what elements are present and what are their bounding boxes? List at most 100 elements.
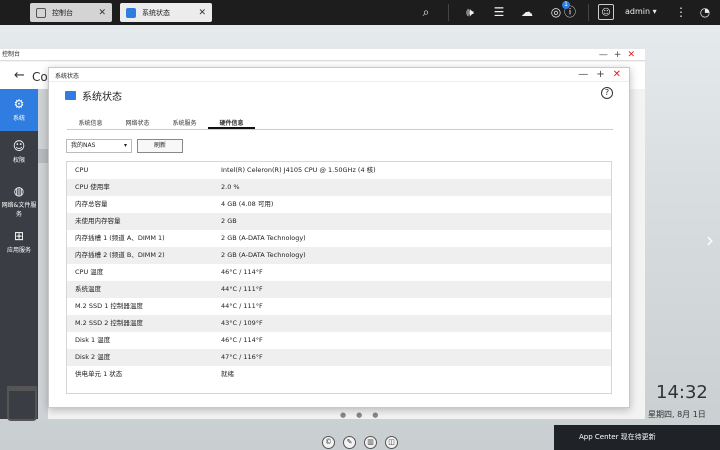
help-icon[interactable]: ?: [601, 87, 613, 99]
divider: [448, 4, 449, 21]
taskbar-tab-control-panel[interactable]: 控制台 ✕: [30, 3, 112, 22]
more-icon[interactable]: ⋮: [673, 4, 689, 20]
tab-network-status[interactable]: 网络状态: [114, 119, 161, 129]
page-title: 系统状态: [82, 92, 122, 103]
close-icon[interactable]: ✕: [98, 8, 106, 18]
system-status-header: 系统状态: [65, 88, 122, 103]
table-row: CPU Intel(R) Celeron(R) J4105 CPU @ 1.50G…: [67, 162, 611, 179]
row-value: 47°C / 116°F: [221, 353, 263, 361]
row-value: 就绪: [221, 370, 234, 378]
row-value: Intel(R) Celeron(R) J4105 CPU @ 1.50GHz …: [221, 166, 376, 174]
control-panel-icon: [36, 7, 46, 18]
cloud-icon[interactable]: ☁: [519, 4, 535, 20]
apps-icon: ⊞: [13, 229, 25, 243]
tab-label: 控制台: [52, 8, 73, 17]
dock-item-icon[interactable]: ✎: [343, 436, 356, 449]
row-label: Disk 2 温度: [75, 353, 111, 361]
taskbar-tab-system-status[interactable]: 系统状态 ✕: [120, 3, 212, 22]
sidebar-item-network[interactable]: ◍ 网络&文件服务: [0, 184, 38, 218]
search-icon[interactable]: ⌕: [418, 4, 434, 20]
taskbar: 控制台 ✕ 系统状态 ✕ ⌕ 🕪 ☰ ☁ ◎ ⓘ 1 ☺ admin ▾ ⋮ ◔: [0, 0, 720, 25]
table-row: 供电单元 1 状态 就绪: [67, 366, 611, 383]
maximize-icon[interactable]: +: [614, 50, 628, 60]
table-row: Disk 2 温度 47°C / 116°F: [67, 349, 611, 366]
gear-icon: ⚙: [13, 97, 25, 111]
volume-icon[interactable]: 🕪: [462, 4, 478, 20]
dock-item-icon[interactable]: ©: [322, 436, 335, 449]
row-label: 系统温度: [75, 285, 101, 293]
back-arrow-icon[interactable]: ←: [14, 68, 25, 83]
tab-label: 系统状态: [142, 8, 170, 17]
sidebar-item-privilege[interactable]: ☺ 权限: [0, 139, 38, 164]
table-row: 内存插槽 1 (频道 A、DIMM 1) 2 GB (A-DATA Technol…: [67, 230, 611, 247]
row-label: 内存总容量: [75, 200, 108, 208]
row-value: 2.0 %: [221, 183, 240, 191]
page-title: Co: [32, 70, 48, 84]
tasks-icon[interactable]: ☰: [491, 4, 507, 20]
minimize-icon[interactable]: —: [599, 50, 614, 60]
notification-badge: 1: [562, 1, 570, 9]
row-value: 2 GB: [221, 217, 237, 225]
row-value: 44°C / 111°F: [221, 285, 263, 293]
close-icon[interactable]: ✕: [198, 8, 206, 18]
sidebar-item-label: 应用服务: [6, 247, 31, 254]
monitor-icon: [126, 7, 136, 18]
close-icon[interactable]: ✕: [627, 50, 641, 60]
row-label: Disk 1 温度: [75, 336, 111, 344]
tab-bar: 系统信息 网络状态 系统服务 硬件信息: [67, 119, 613, 130]
window-title: 控制台: [2, 51, 21, 58]
sidebar-strip: [38, 89, 48, 419]
sidebar-item-label: 网络&文件服务: [1, 202, 37, 218]
tab-system-info[interactable]: 系统信息: [67, 119, 114, 129]
row-value: 4 GB (4.08 可用): [221, 200, 274, 208]
monitor-icon: [65, 91, 76, 100]
page-indicator[interactable]: ●●●: [340, 411, 388, 419]
desktop-clock: 14:32: [656, 382, 708, 403]
dock-item-icon[interactable]: ▥: [364, 436, 377, 449]
table-row: CPU 温度 46°C / 114°F: [67, 264, 611, 281]
speedometer-icon[interactable]: ◔: [697, 4, 713, 20]
strip-marker: [38, 149, 48, 163]
dock-item-icon[interactable]: ◫: [385, 436, 398, 449]
table-row: M.2 SSD 2 控制器温度 43°C / 109°F: [67, 315, 611, 332]
control-panel-titlebar: 控制台 —+✕: [0, 49, 645, 61]
row-label: 内存插槽 1 (频道 A、DIMM 1): [75, 234, 165, 242]
user-menu[interactable]: admin ▾: [625, 7, 657, 16]
user-icon: ☺: [12, 139, 26, 153]
sidebar-item-apps[interactable]: ⊞ 应用服务: [0, 229, 38, 254]
window-controls: —+✕: [599, 49, 641, 61]
row-label: CPU: [75, 166, 89, 174]
notification-toast[interactable]: App Center 现在待更新: [554, 425, 720, 450]
maximize-icon[interactable]: +: [596, 69, 604, 80]
table-row: 内存插槽 2 (频道 B、DIMM 2) 2 GB (A-DATA Technol…: [67, 247, 611, 264]
sidebar-item-system[interactable]: ⚙ 系统: [0, 89, 38, 131]
row-label: M.2 SSD 2 控制器温度: [75, 319, 143, 327]
dock: © ✎ ▥ ◫: [322, 436, 398, 449]
chevron-right-icon[interactable]: ›: [706, 228, 714, 252]
tab-system-services[interactable]: 系统服务: [161, 119, 208, 129]
system-status-titlebar: 系统状态 — + ✕: [49, 68, 629, 82]
hardware-info-table: CPU Intel(R) Celeron(R) J4105 CPU @ 1.50G…: [66, 161, 612, 394]
minimize-icon[interactable]: —: [578, 69, 588, 80]
row-value: 2 GB (A-DATA Technology): [221, 251, 306, 259]
table-row: 未使用内存容量 2 GB: [67, 213, 611, 230]
refresh-button[interactable]: 刷新: [137, 139, 183, 153]
row-value: 44°C / 111°F: [221, 302, 263, 310]
table-row: 内存总容量 4 GB (4.08 可用): [67, 196, 611, 213]
row-value: 46°C / 114°F: [221, 268, 263, 276]
row-label: M.2 SSD 1 控制器温度: [75, 302, 143, 310]
table-row: Disk 1 温度 46°C / 114°F: [67, 332, 611, 349]
avatar[interactable]: ☺: [598, 4, 614, 20]
close-icon[interactable]: ✕: [613, 69, 621, 80]
row-label: 未使用内存容量: [75, 217, 121, 225]
table-row: 系统温度 44°C / 111°F: [67, 281, 611, 298]
device-select[interactable]: 我的NAS ▾: [66, 139, 132, 153]
device-select-value: 我的NAS: [71, 142, 96, 149]
tab-hardware-info[interactable]: 硬件信息: [208, 119, 255, 129]
system-status-window: 系统状态 — + ✕ 系统状态 ? 系统信息 网络状态 系统服务 硬件信息 我的NA…: [48, 67, 630, 408]
sidebar-item-label: 系统: [12, 115, 25, 122]
trash-icon[interactable]: [7, 386, 37, 421]
table-row: M.2 SSD 1 控制器温度 44°C / 111°F: [67, 298, 611, 315]
globe-icon: ◍: [13, 184, 25, 198]
chevron-down-icon: ▾: [123, 142, 127, 149]
